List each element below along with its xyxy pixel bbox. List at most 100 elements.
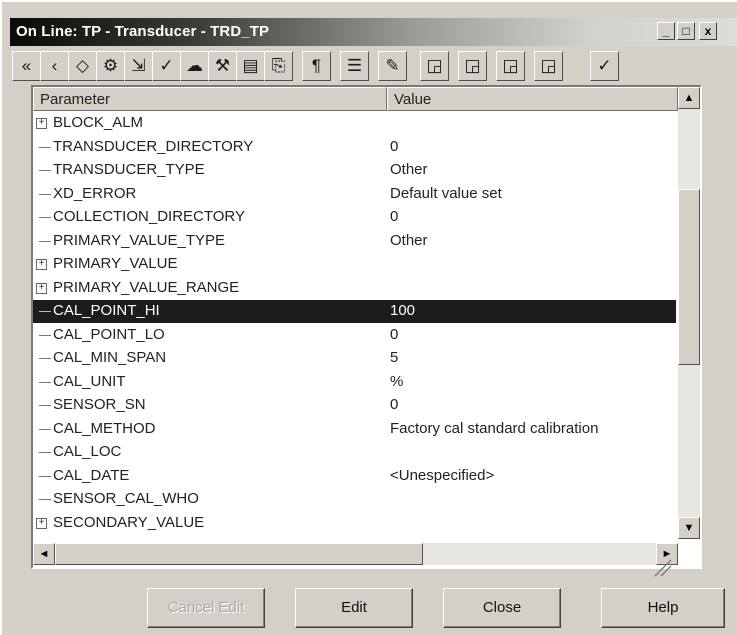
window-title: On Line: TP - Transducer - TRD_TP [16, 23, 270, 40]
horizontal-scroll-thumb[interactable] [55, 543, 423, 565]
expand-icon[interactable]: + [36, 118, 47, 129]
tree-connector [39, 358, 51, 359]
table-row[interactable]: COLLECTION_DIRECTORY 0 [33, 206, 676, 229]
cloud-icon[interactable]: ☁ [180, 51, 209, 81]
document-icon[interactable]: ⎘ [264, 51, 293, 81]
cancel-edit-button[interactable]: Cancel Edit [147, 588, 265, 628]
table-row[interactable]: CAL_POINT_LO 0 [33, 324, 676, 347]
text-icon[interactable]: ¶ [302, 51, 331, 81]
parameter-name: TRANSDUCER_DIRECTORY [53, 137, 254, 155]
tree-connector [39, 240, 51, 242]
tree-connector [39, 452, 51, 453]
parameter-value: 0 [390, 137, 399, 155]
parameter-name: CAL_METHOD [53, 419, 156, 437]
tree-connector [39, 311, 51, 312]
window-icon[interactable]: ▤ [236, 51, 265, 81]
table-row[interactable]: TRANSDUCER_DIRECTORY 0 [33, 136, 676, 159]
close-icon[interactable]: x [699, 22, 717, 40]
expand-icon[interactable]: + [36, 259, 47, 270]
scroll-down-icon[interactable]: ▼ [678, 517, 700, 539]
table-row[interactable]: CAL_LOC [33, 441, 676, 464]
tree-connector [39, 146, 51, 148]
table-row[interactable]: PRIMARY_VALUE_TYPE Other [33, 230, 676, 253]
parameter-value: 100 [390, 302, 416, 319]
parameter-name: SENSOR_SN [53, 396, 146, 413]
list-icon[interactable]: ☰ [340, 51, 369, 81]
parameter-name: CAL_POINT_HI [53, 302, 160, 319]
table-row[interactable]: SENSOR_SN 0 [33, 394, 676, 417]
tree-connector [39, 193, 51, 195]
table-row[interactable]: SENSOR_CAL_WHO [33, 488, 676, 511]
parameter-value: Default value set [390, 184, 502, 202]
first-icon[interactable]: « [12, 51, 41, 81]
expand-icon[interactable]: + [36, 517, 47, 529]
table-row[interactable]: CAL_POINT_HI 100 [33, 300, 676, 323]
parameter-value: Other [390, 161, 428, 178]
tree-connector [39, 381, 51, 383]
parameter-value: % [390, 372, 404, 390]
parameter-value: 0 [390, 325, 399, 343]
parameter-value: 5 [390, 349, 399, 366]
maximize-icon[interactable]: □ [677, 22, 695, 40]
parameter-value: 0 [390, 208, 399, 225]
table-row[interactable]: + SECONDARY_VALUE [33, 512, 676, 535]
parameter-name: PRIMARY_VALUE_RANGE [53, 278, 240, 296]
apply-check-icon[interactable]: ✓ [590, 51, 619, 81]
parameter-value: 0 [390, 396, 399, 413]
parameter-value: Other [390, 231, 428, 249]
column-header-parameter[interactable]: Parameter [33, 87, 387, 111]
tag-icon-3[interactable]: ◲ [496, 51, 525, 81]
pencil-icon[interactable]: ✎ [378, 51, 407, 81]
tree-connector [39, 217, 51, 218]
gear-icon[interactable]: ⚙ [96, 51, 125, 81]
table-row[interactable]: CAL_UNIT% [33, 371, 676, 394]
parameter-name: BLOCK_ALM [53, 114, 144, 131]
dialog-window: On Line: TP - Transducer - TRD_TP _ □ x … [0, 0, 737, 635]
tag-icon-2[interactable]: ◲ [458, 51, 487, 81]
table-row[interactable]: CAL_METHOD Factory cal standard calibrati… [33, 418, 676, 441]
tree-connector [39, 170, 51, 171]
horizontal-scrollbar[interactable]: ◄ ► [33, 543, 678, 565]
diamond-icon[interactable]: ◇ [68, 51, 97, 81]
table-row[interactable]: XD_ERROR Default value set [33, 183, 676, 206]
toolbar: «‹ ◇ ⚙ ⇲ ✓ ☁ ⚒ ▤ ⎘ ¶ ☰ ✎ ◲ ◲ ◲ ◲ ✓ [12, 51, 727, 85]
title-bar[interactable]: On Line: TP - Transducer - TRD_TP _ □ x [10, 18, 737, 46]
tree-connector [39, 428, 51, 430]
wrench-icon[interactable]: ⚒ [208, 51, 237, 81]
table-row[interactable]: TRANSDUCER_TYPE Other [33, 159, 676, 182]
resize-grip-icon[interactable] [653, 558, 673, 578]
parameter-name: SECONDARY_VALUE [53, 513, 205, 531]
parameter-name: CAL_UNIT [53, 372, 126, 390]
table-row[interactable]: + PRIMARY_VALUE [33, 253, 676, 276]
column-header-value[interactable]: Value [387, 87, 678, 111]
parameter-name: CAL_DATE [53, 466, 130, 484]
close-button[interactable]: Close [443, 588, 561, 628]
vertical-scroll-thumb[interactable] [678, 189, 700, 365]
table-row[interactable]: CAL_DATE <Unespecified> [33, 465, 676, 488]
tree-connector [39, 499, 51, 500]
parameter-name: PRIMARY_VALUE_TYPE [53, 231, 226, 249]
tree-connector [39, 334, 51, 336]
parameter-name: XD_ERROR [53, 184, 137, 202]
table-row[interactable]: + BLOCK_ALM [33, 112, 676, 135]
parameter-name: CAL_MIN_SPAN [53, 349, 167, 366]
table-row[interactable]: + PRIMARY_VALUE_RANGE [33, 277, 676, 300]
minimize-icon[interactable]: _ [657, 22, 675, 40]
vertical-scrollbar[interactable]: ▲ ▼ [678, 87, 700, 539]
export-icon[interactable]: ⇲ [124, 51, 153, 81]
tag-icon-1[interactable]: ◲ [420, 51, 449, 81]
tag-icon-4[interactable]: ◲ [534, 51, 563, 81]
parameter-value: Factory cal standard calibration [390, 419, 599, 437]
scroll-left-icon[interactable]: ◄ [33, 543, 55, 565]
tree-connector [39, 475, 51, 477]
check-mark-icon[interactable]: ✓ [152, 51, 181, 81]
parameter-grid: Parameter Value + BLOCK_ALM TRANSDUCER_DIR… [31, 85, 702, 569]
parameter-name: CAL_POINT_LO [53, 325, 165, 343]
back-icon[interactable]: ‹ [40, 51, 69, 81]
parameter-value: <Unespecified> [390, 466, 495, 484]
expand-icon[interactable]: + [36, 282, 47, 294]
edit-button[interactable]: Edit [295, 588, 413, 628]
help-button[interactable]: Help [601, 588, 725, 628]
scroll-up-icon[interactable]: ▲ [678, 87, 700, 109]
table-row[interactable]: CAL_MIN_SPAN 5 [33, 347, 676, 370]
